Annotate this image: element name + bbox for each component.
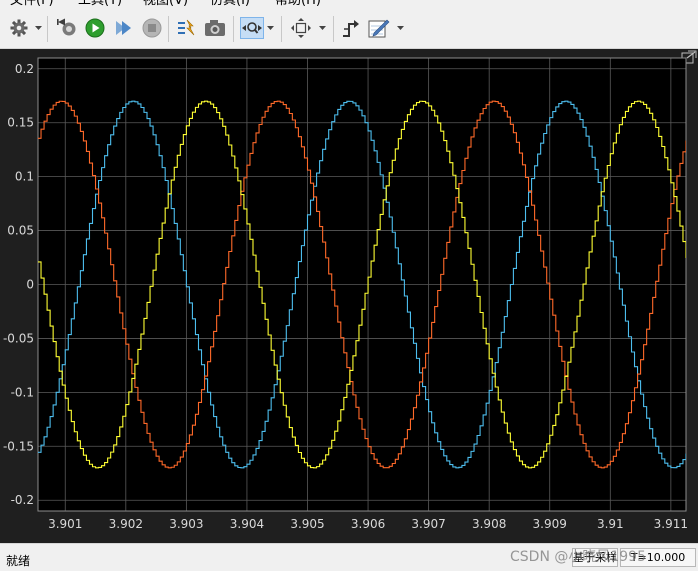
y-tick-label: 0.05	[7, 224, 34, 238]
y-tick-label: 0	[26, 278, 34, 292]
status-text: 就绪	[6, 554, 31, 568]
snapshot-button[interactable]	[204, 17, 226, 39]
settings-dropdown[interactable]	[34, 23, 42, 33]
x-tick-label: 3.908	[472, 517, 506, 531]
step-back-button[interactable]	[56, 17, 78, 39]
signal-highlight-icon	[178, 19, 195, 36]
signal-highlight-button[interactable]	[176, 17, 198, 39]
x-tick-label: 3.902	[109, 517, 143, 531]
zoom-x-button[interactable]	[240, 17, 264, 39]
run-button[interactable]	[84, 17, 106, 39]
run-icon	[85, 18, 105, 38]
toolbar	[0, 10, 698, 49]
y-tick-label: 0.1	[15, 170, 34, 184]
menu-file[interactable]: 文件(F)	[10, 0, 54, 9]
toolbar-divider	[47, 16, 48, 42]
autoscale-icon	[291, 18, 311, 38]
step-forward-button[interactable]	[112, 17, 134, 39]
y-tick-label: 0.2	[15, 62, 34, 76]
toolbar-divider	[168, 16, 169, 42]
scope-plot[interactable]: 3.901 3.902 3.903 3.904 3.905 3.906 3.907 3.908…	[0, 49, 698, 543]
chevron-down-icon	[396, 25, 404, 30]
x-tick-label: 3.91	[597, 517, 624, 531]
autoscale-dropdown[interactable]	[318, 23, 326, 33]
settings-button[interactable]	[8, 17, 30, 39]
autoscale-button[interactable]	[290, 17, 312, 39]
x-tick-label: 3.901	[48, 517, 82, 531]
x-tick-label: 3.907	[411, 517, 445, 531]
zoom-dropdown[interactable]	[266, 23, 274, 33]
x-tick-label: 3.903	[169, 517, 203, 531]
x-tick-label: 3.911	[654, 517, 688, 531]
menu-view[interactable]: 视图(V)	[143, 0, 188, 9]
toolbar-divider	[281, 16, 282, 42]
chevron-down-icon	[266, 25, 274, 30]
style-button[interactable]	[368, 17, 390, 39]
style-dropdown[interactable]	[396, 23, 404, 33]
step-back-icon	[57, 18, 76, 36]
toolbar-divider	[333, 16, 334, 42]
x-tick-label: 3.909	[533, 517, 567, 531]
zoom-x-icon	[242, 22, 262, 34]
toolbar-divider	[233, 16, 234, 42]
x-tick-label: 3.904	[230, 517, 264, 531]
style-icon	[368, 19, 390, 38]
stop-button[interactable]	[141, 17, 163, 39]
watermark: CSDN @小晓风1995	[510, 549, 646, 565]
triggers-icon	[343, 20, 359, 37]
menu-tools[interactable]: 工具(T)	[78, 0, 122, 9]
y-tick-label: -0.15	[3, 439, 34, 453]
step-forward-icon	[116, 21, 131, 35]
x-tick-label: 3.905	[290, 517, 324, 531]
stop-icon	[142, 18, 162, 38]
y-tick-label: -0.1	[11, 385, 34, 399]
y-tick-label: 0.15	[7, 116, 34, 130]
y-tick-label: -0.2	[11, 493, 34, 507]
triggers-button[interactable]	[340, 17, 362, 39]
x-tick-label: 3.906	[351, 517, 385, 531]
gear-icon	[10, 19, 28, 37]
chevron-down-icon	[34, 25, 42, 30]
menu-simulation[interactable]: 仿真(I)	[210, 0, 250, 9]
snapshot-icon	[205, 20, 225, 36]
menu-help[interactable]: 帮助(H)	[275, 0, 321, 9]
menu-bar: 文件(F) 工具(T) 视图(V) 仿真(I) 帮助(H)	[0, 0, 698, 10]
chevron-down-icon	[318, 25, 326, 30]
y-tick-label: -0.05	[3, 331, 34, 345]
